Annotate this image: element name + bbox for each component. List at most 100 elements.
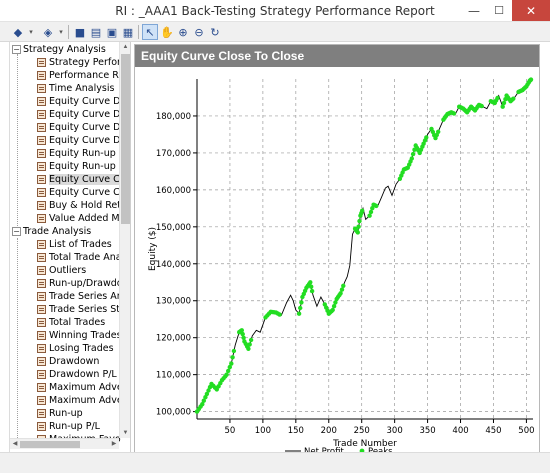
tree-item-label: Equity Curve Clos xyxy=(49,174,129,185)
report-page-icon xyxy=(37,266,46,275)
tree-item[interactable]: Strategy Perform xyxy=(37,56,129,69)
tree-item[interactable]: Equity Run-up & xyxy=(37,147,129,160)
tree-item[interactable]: Maximum Adver xyxy=(37,381,129,394)
tree-item-label: Strategy Perform xyxy=(49,57,129,68)
tree-item[interactable]: Value Added Mo xyxy=(37,212,129,225)
tree-item[interactable]: List of Trades xyxy=(37,238,129,251)
tree-group-strategy-analysis[interactable]: − Strategy Analysis xyxy=(12,43,106,56)
peak-marker xyxy=(308,280,313,285)
tree-item[interactable]: Total Trade Analy xyxy=(37,251,129,264)
report-page-icon xyxy=(37,422,46,431)
tree-item[interactable]: Run-up/Drawdov xyxy=(37,277,129,290)
scroll-right-icon[interactable]: ▶ xyxy=(109,439,119,450)
tree-item[interactable]: Run-up P/L xyxy=(37,420,129,433)
tree-item[interactable]: Outliers xyxy=(37,264,129,277)
scrollbar-thumb[interactable] xyxy=(20,441,80,448)
close-button[interactable]: ✕ xyxy=(512,0,550,21)
tree-item[interactable]: Drawdown xyxy=(37,355,129,368)
y-tick-label: 100,000 xyxy=(156,408,191,418)
zoom-out-icon[interactable]: ⊖ xyxy=(191,24,207,40)
tree-item[interactable]: Equity Curve Clos xyxy=(37,186,129,199)
report-page-icon xyxy=(37,318,46,327)
tree-item[interactable]: Run-up xyxy=(37,407,129,420)
scrollbar-thumb[interactable] xyxy=(121,54,130,224)
x-tick-label: 350 xyxy=(419,426,435,436)
tree-item-label: Value Added Mo xyxy=(49,213,126,224)
collapse-icon[interactable]: − xyxy=(12,227,21,236)
y-tick-label: 120,000 xyxy=(156,334,191,344)
tree-item-label: Run-up xyxy=(49,408,83,419)
peak-marker xyxy=(248,337,254,343)
tree-item-label: List of Trades xyxy=(49,239,112,250)
nav-forward-icon[interactable]: ◈ xyxy=(40,24,56,40)
tree-item[interactable]: Total Trades xyxy=(37,316,129,329)
peak-marker xyxy=(339,287,345,292)
scroll-left-icon[interactable]: ◀ xyxy=(10,439,20,450)
tree-item[interactable]: Equity Run-up & xyxy=(37,160,129,173)
tree-item[interactable]: Equity Curve Deta xyxy=(37,121,129,134)
peak-marker xyxy=(479,103,484,109)
tree-item[interactable]: Equity Curve Clos xyxy=(37,173,129,186)
minimize-button[interactable]: — xyxy=(462,0,486,21)
tree-item[interactable]: Equity Curve Deta xyxy=(37,108,129,121)
nav-forward-dropdown-icon[interactable]: ▾ xyxy=(57,24,65,40)
tree-item[interactable]: Maximum Adver xyxy=(37,394,129,407)
tree-item[interactable]: Time Analysis xyxy=(37,82,129,95)
nav-back-dropdown-icon[interactable]: ▾ xyxy=(27,24,35,40)
peak-marker xyxy=(410,151,416,157)
report-page-icon xyxy=(37,292,46,301)
peak-marker xyxy=(247,342,252,347)
tree-item[interactable]: Performance Rati xyxy=(37,69,129,82)
refresh-icon[interactable]: ↻ xyxy=(207,24,223,40)
x-tick-label: 50 xyxy=(225,426,236,436)
x-tick-label: 300 xyxy=(387,426,403,436)
tree-guide-line xyxy=(17,54,18,234)
equity-curve-chart[interactable]: 50 100 150 200 250 300 350 400 450 500 100,000 110,… xyxy=(135,67,539,453)
y-axis-label: Equity ($) xyxy=(148,227,158,271)
tree-group-trade-analysis[interactable]: − Trade Analysis xyxy=(12,225,91,238)
peak-marker xyxy=(299,300,304,305)
tree-item[interactable]: Buy & Hold Retu xyxy=(37,199,129,212)
tree-item[interactable]: Drawdown P/L xyxy=(37,368,129,381)
report-page-icon xyxy=(37,383,46,392)
report-page-icon xyxy=(37,305,46,314)
tree-vertical-scrollbar[interactable]: ▲ ▼ xyxy=(119,42,130,438)
tree-item-label: Trade Series Anal xyxy=(49,291,129,302)
zoom-in-icon[interactable]: ⊕ xyxy=(175,24,191,40)
peak-marker xyxy=(500,104,505,109)
x-tick-label: 450 xyxy=(485,426,501,436)
pointer-icon[interactable]: ↖ xyxy=(142,24,158,40)
tree-guide-line xyxy=(17,238,18,448)
tree-item[interactable]: Winning Trades xyxy=(37,329,129,342)
peak-marker xyxy=(240,331,245,337)
y-tick-label: 110,000 xyxy=(156,371,191,381)
nav-back-icon[interactable]: ◆ xyxy=(10,24,26,40)
tree-item[interactable]: Losing Trades xyxy=(37,342,129,355)
status-bar xyxy=(0,452,550,473)
peak-marker xyxy=(341,283,346,288)
tree-item[interactable]: Equity Curve Deta xyxy=(37,134,129,147)
collapse-icon[interactable]: − xyxy=(12,45,21,54)
peak-marker xyxy=(436,129,441,134)
tree-item-label: Equity Run-up & xyxy=(49,161,127,172)
tree-item[interactable]: Trade Series Stati xyxy=(37,303,129,316)
y-tick-label: 140,000 xyxy=(156,260,191,270)
report-page-icon xyxy=(37,344,46,353)
save-icon[interactable]: ■ xyxy=(72,24,88,40)
left-edge-panel xyxy=(0,42,10,452)
tree-item-label: Equity Curve Deta xyxy=(49,122,129,133)
tree-item[interactable]: Equity Curve Deta xyxy=(37,95,129,108)
peak-marker xyxy=(357,218,362,224)
export-icon[interactable]: ▦ xyxy=(120,24,136,40)
print-icon[interactable]: ▣ xyxy=(104,24,120,40)
tree-horizontal-scrollbar[interactable]: ◀ ▶ xyxy=(10,438,119,449)
pan-hand-icon[interactable]: ✋ xyxy=(159,24,175,40)
scroll-up-icon[interactable]: ▲ xyxy=(120,42,131,52)
peak-marker xyxy=(511,96,516,101)
report-page-icon xyxy=(37,97,46,106)
maximize-button[interactable]: ☐ xyxy=(488,0,510,21)
print-preview-icon[interactable]: ▤ xyxy=(88,24,104,40)
x-tick-label: 500 xyxy=(518,426,534,436)
tree-item[interactable]: Trade Series Anal xyxy=(37,290,129,303)
scroll-down-icon[interactable]: ▼ xyxy=(120,428,131,438)
